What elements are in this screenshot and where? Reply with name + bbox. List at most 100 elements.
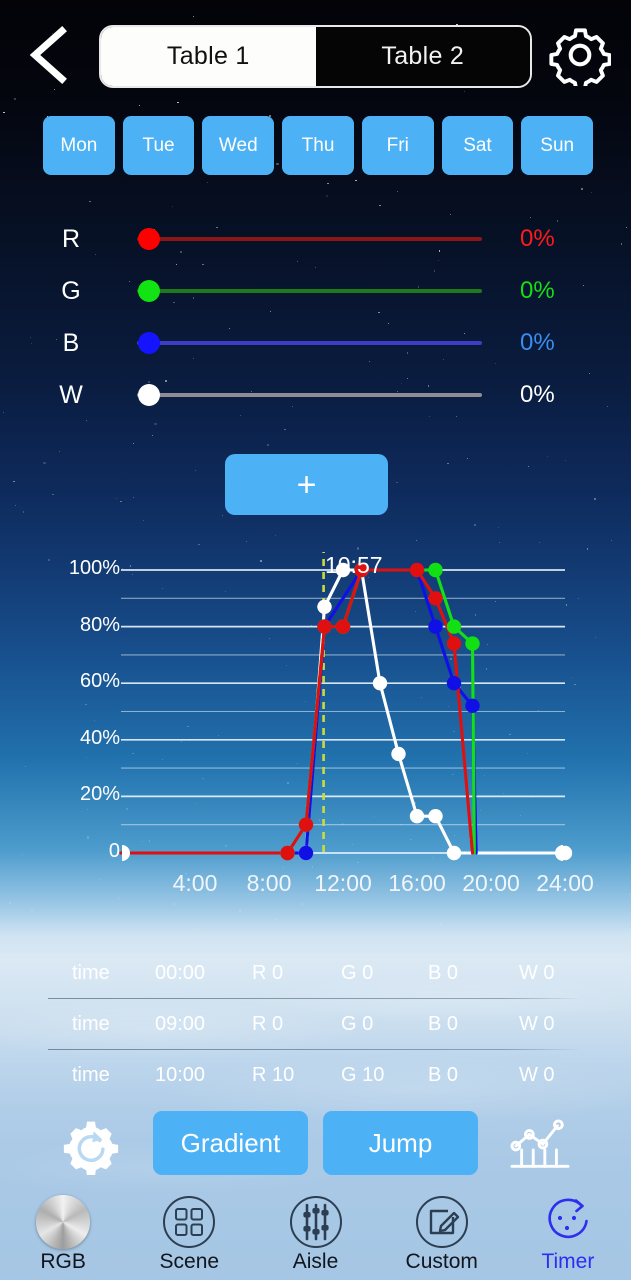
tab-table-1-label: Table 1 bbox=[166, 42, 250, 70]
chart-x-tick: 24:00 bbox=[536, 870, 594, 896]
nav-item-label: Custom bbox=[405, 1250, 478, 1273]
chart-point[interactable] bbox=[372, 676, 388, 691]
nav-item-scene[interactable]: Scene bbox=[126, 1188, 252, 1280]
table-cell-g-value: G 10 bbox=[341, 1064, 385, 1086]
nav-item-label: RGB bbox=[40, 1250, 86, 1273]
table-cell-b-value: B 0 bbox=[428, 1064, 459, 1086]
day-chip-label: Sat bbox=[463, 134, 492, 156]
chart-point[interactable] bbox=[428, 619, 443, 634]
slider-label-r: R bbox=[61, 225, 81, 253]
chart-plot-area[interactable] bbox=[0, 548, 631, 868]
day-chip-tue[interactable]: Tue bbox=[122, 116, 195, 175]
slider-track-b[interactable] bbox=[137, 341, 482, 345]
pencil-edit-icon bbox=[415, 1196, 468, 1248]
settings-button[interactable] bbox=[545, 20, 615, 90]
table-row[interactable]: time 09:00 R 0 G 0 B 0 W 0 bbox=[0, 999, 631, 1050]
slider-value-w: 0% bbox=[520, 381, 555, 408]
add-timepoint-button[interactable]: + bbox=[225, 454, 388, 515]
jump-button[interactable]: Jump bbox=[323, 1111, 478, 1175]
slider-value-g: 0% bbox=[520, 277, 555, 304]
chart-point[interactable] bbox=[298, 817, 314, 832]
chart-x-tick: 12:00 bbox=[314, 870, 372, 896]
chart-point[interactable] bbox=[446, 845, 462, 861]
back-button[interactable] bbox=[18, 22, 80, 88]
table-row[interactable]: time 00:00 R 0 G 0 B 0 W 0 bbox=[0, 948, 631, 999]
chart-point[interactable] bbox=[428, 591, 443, 606]
day-chip-wed[interactable]: Wed bbox=[202, 116, 275, 175]
chart-start-handle[interactable] bbox=[122, 845, 130, 861]
chart-view-button[interactable] bbox=[505, 1116, 575, 1178]
chart-x-tick: 20:00 bbox=[462, 870, 520, 896]
nav-item-label: Timer bbox=[541, 1250, 595, 1273]
tab-table-1[interactable]: Table 1 bbox=[101, 27, 316, 86]
schedule-table: time 00:00 R 0 G 0 B 0 W 0 time 09:00 R 0 G 0 B 0 W… bbox=[0, 948, 631, 1101]
slider-track-w[interactable] bbox=[137, 393, 482, 397]
day-chip-label: Fri bbox=[386, 134, 409, 156]
weekday-selector: Mon Tue Wed Thu Fri Sat Sun bbox=[43, 116, 594, 175]
table-cell-g-value: G 0 bbox=[341, 962, 374, 984]
nav-item-timer[interactable]: Timer bbox=[505, 1188, 631, 1280]
chart-point[interactable] bbox=[465, 636, 480, 651]
sliders-icon bbox=[289, 1196, 342, 1248]
table-row[interactable]: time 10:00 R 10 G 10 B 0 W 0 bbox=[0, 1050, 631, 1101]
chart-point[interactable] bbox=[317, 599, 332, 614]
day-chip-label: Mon bbox=[60, 134, 98, 156]
rgbw-slider-group: R 0% G 0% B 0% W 0% bbox=[0, 205, 631, 425]
chart-point[interactable] bbox=[428, 809, 443, 824]
nav-icon-wrap bbox=[286, 1192, 346, 1252]
nav-item-aisle[interactable]: Aisle bbox=[252, 1188, 378, 1280]
chart-point[interactable] bbox=[317, 619, 332, 634]
slider-value-b: 0% bbox=[520, 329, 555, 356]
slider-knob-w[interactable] bbox=[138, 384, 160, 406]
table-cell-time-label: time bbox=[72, 1064, 110, 1086]
chart-end-handle[interactable] bbox=[555, 845, 563, 861]
slider-track-r[interactable] bbox=[137, 237, 482, 241]
action-bar: Gradient Jump bbox=[0, 1110, 631, 1182]
mode-settings-button[interactable] bbox=[60, 1118, 122, 1176]
nav-item-custom[interactable]: Custom bbox=[379, 1188, 505, 1280]
slider-row-r: R 0% bbox=[0, 219, 631, 259]
chart-x-tick: 4:00 bbox=[172, 870, 218, 896]
slider-track-g[interactable] bbox=[137, 289, 482, 293]
chart-point[interactable] bbox=[446, 676, 462, 691]
bottom-navigation: RGB Scene Aisle Custom Timer bbox=[0, 1188, 631, 1280]
chart-x-axis: 4:00 8:00 12:00 16:00 20:00 24:00 bbox=[0, 870, 631, 910]
nav-item-label: Scene bbox=[159, 1250, 220, 1273]
chart-point[interactable] bbox=[391, 746, 406, 762]
tab-table-2[interactable]: Table 2 bbox=[315, 27, 530, 86]
chart-point[interactable] bbox=[446, 619, 462, 634]
slider-knob-b[interactable] bbox=[138, 332, 160, 354]
nav-item-rgb[interactable]: RGB bbox=[0, 1188, 126, 1280]
chart-point[interactable] bbox=[409, 809, 425, 824]
day-chip-fri[interactable]: Fri bbox=[361, 116, 434, 175]
nav-icon-wrap bbox=[33, 1192, 93, 1252]
slider-value-r: 0% bbox=[520, 225, 555, 252]
slider-knob-g[interactable] bbox=[138, 280, 160, 302]
chart-point[interactable] bbox=[298, 845, 314, 861]
chart-point[interactable] bbox=[465, 698, 480, 714]
table-cell-w-value: W 0 bbox=[519, 962, 555, 984]
chart-point[interactable] bbox=[409, 562, 425, 578]
jump-button-label: Jump bbox=[368, 1127, 433, 1158]
schedule-chart[interactable]: 100% 80% 60% 40% 20% 0 4:00 8:00 12:00 16:00 20:0… bbox=[0, 548, 631, 908]
chart-point[interactable] bbox=[428, 562, 443, 578]
table-cell-w-value: W 0 bbox=[519, 1013, 555, 1035]
gradient-button[interactable]: Gradient bbox=[153, 1111, 308, 1175]
day-chip-sat[interactable]: Sat bbox=[441, 116, 514, 175]
chart-point[interactable] bbox=[446, 636, 462, 651]
table-cell-time-value: 09:00 bbox=[155, 1013, 206, 1035]
chart-point[interactable] bbox=[280, 845, 295, 861]
table-cell-time-label: time bbox=[72, 1013, 110, 1035]
slider-knob-r[interactable] bbox=[138, 228, 160, 250]
day-chip-sun[interactable]: Sun bbox=[521, 116, 594, 175]
table-cell-b-value: B 0 bbox=[428, 1013, 459, 1035]
gear-icon bbox=[549, 28, 611, 86]
table-cell-b-value: B 0 bbox=[428, 962, 459, 984]
chart-x-tick: 16:00 bbox=[388, 870, 446, 896]
table-tab-switcher[interactable]: Table 1 Table 2 bbox=[99, 25, 532, 88]
day-chip-thu[interactable]: Thu bbox=[282, 116, 354, 175]
chart-point[interactable] bbox=[335, 619, 351, 634]
day-chip-mon[interactable]: Mon bbox=[43, 116, 115, 175]
table-cell-r-value: R 0 bbox=[252, 962, 284, 984]
table-cell-r-value: R 0 bbox=[252, 1013, 284, 1035]
